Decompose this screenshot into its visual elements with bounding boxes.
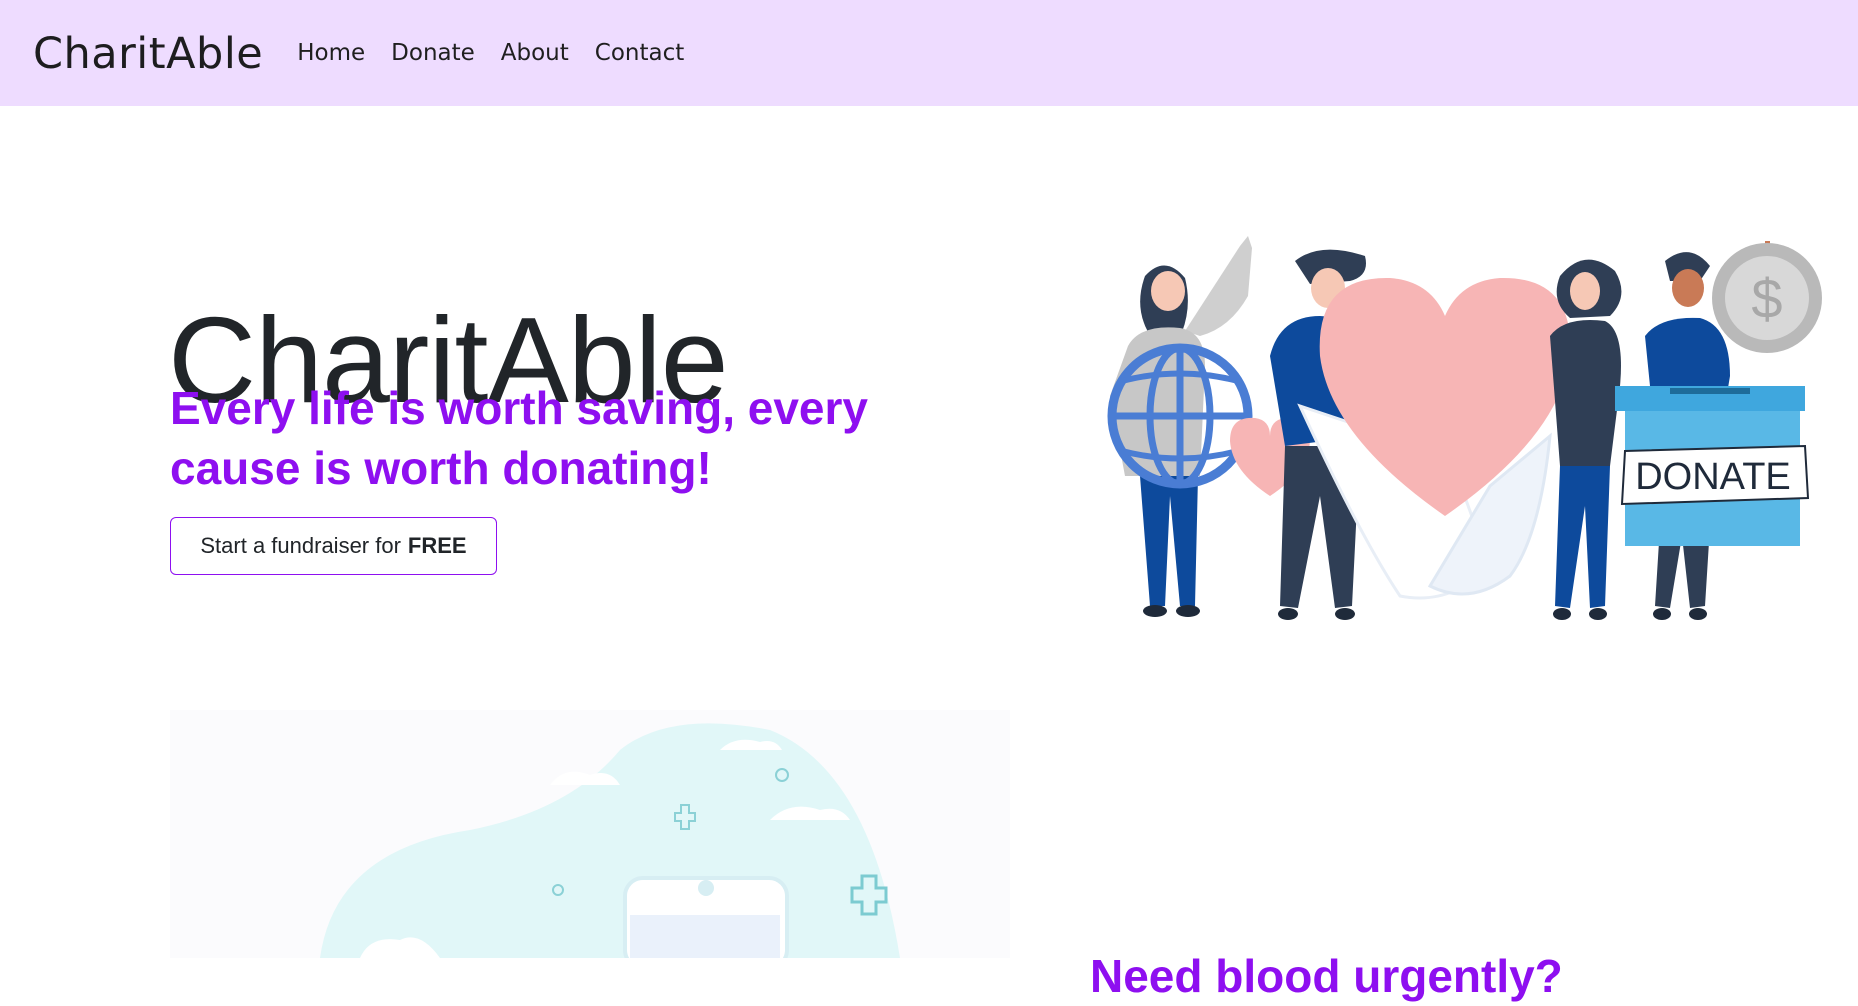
nav-links: Home Donate About Contact — [297, 40, 710, 66]
brand-logo[interactable]: CharitAble — [33, 29, 263, 79]
section2-heading: Need blood urgently? — [1090, 950, 1563, 1003]
cta-text: Start a fundraiser for — [200, 533, 401, 558]
nav-link-contact[interactable]: Contact — [595, 40, 684, 66]
coin-symbol: $ — [1751, 267, 1782, 330]
nav-link-about[interactable]: About — [501, 40, 569, 66]
cta-emphasis: FREE — [407, 533, 467, 558]
donation-box-icon: DONATE — [1615, 386, 1810, 546]
blood-donation-illustration — [170, 710, 1010, 958]
nav-link-home[interactable]: Home — [297, 40, 365, 66]
globe-icon — [1107, 343, 1253, 489]
nav-link-donate[interactable]: Donate — [391, 40, 475, 66]
start-fundraiser-button[interactable]: Start a fundraiser for FREE — [170, 517, 497, 575]
donate-sign: DONATE — [1635, 456, 1791, 498]
navbar: CharitAble Home Donate About Contact — [0, 0, 1858, 106]
hero-tagline: Every life is worth saving, every cause … — [170, 382, 868, 494]
hero-illustration: $ DONATE — [1107, 236, 1822, 620]
coin-icon: $ — [1712, 241, 1822, 353]
